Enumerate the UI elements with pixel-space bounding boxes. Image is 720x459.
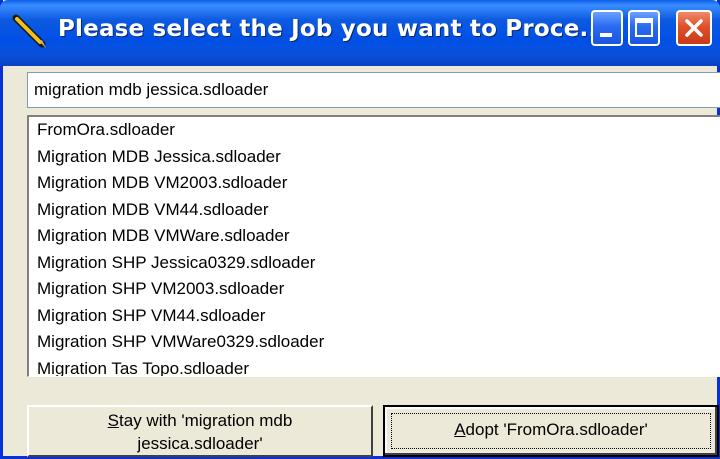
stay-accelerator: S [107,411,120,430]
list-item[interactable]: Migration SHP VM2003.sdloader [29,276,720,303]
pencil-icon [12,14,46,48]
list-item[interactable]: Migration MDB VMWare.sdloader [29,223,720,250]
list-item[interactable]: Migration Tas Topo.sdloader [29,356,720,377]
minimize-button[interactable] [591,10,623,46]
list-item[interactable]: Migration SHP VMWare0329.sdloader [29,329,720,356]
close-icon [685,19,703,37]
adopt-accelerator: A [454,420,466,439]
list-item[interactable]: Migration SHP Jessica0329.sdloader [29,250,720,277]
adopt-button[interactable]: Adopt 'FromOra.sdloader' [383,405,719,457]
job-select-dialog: Please select the Job you want to Proce.… [0,0,720,459]
stay-button-line2: jessica.sdloader' [137,434,263,453]
list-item[interactable]: Migration MDB Jessica.sdloader [29,144,720,171]
stay-button-line1: Stay with 'migration mdb [29,409,371,432]
adopt-button-label: Adopt 'FromOra.sdloader' [385,420,717,440]
adopt-label-rest: dopt 'FromOra.sdloader' [465,420,648,439]
stay-button[interactable]: Stay with 'migration mdb jessica.sdloade… [27,405,373,457]
maximize-button[interactable] [628,10,660,46]
minimize-icon [600,33,612,37]
window-title: Please select the Job you want to Proce.… [58,16,607,42]
close-button[interactable] [676,10,712,46]
stay-label-rest: tay with 'migration mdb [119,411,293,430]
list-item[interactable]: Migration MDB VM44.sdloader [29,197,720,224]
list-item[interactable]: Migration SHP VM44.sdloader [29,303,720,330]
maximize-icon [635,18,653,37]
list-item[interactable]: Migration MDB VM2003.sdloader [29,170,720,197]
search-input[interactable] [27,72,720,108]
title-bar[interactable]: Please select the Job you want to Proce.… [0,0,720,66]
job-list[interactable]: FromOra.sdloader Migration MDB Jessica.s… [27,115,720,377]
list-item[interactable]: FromOra.sdloader [29,117,720,144]
